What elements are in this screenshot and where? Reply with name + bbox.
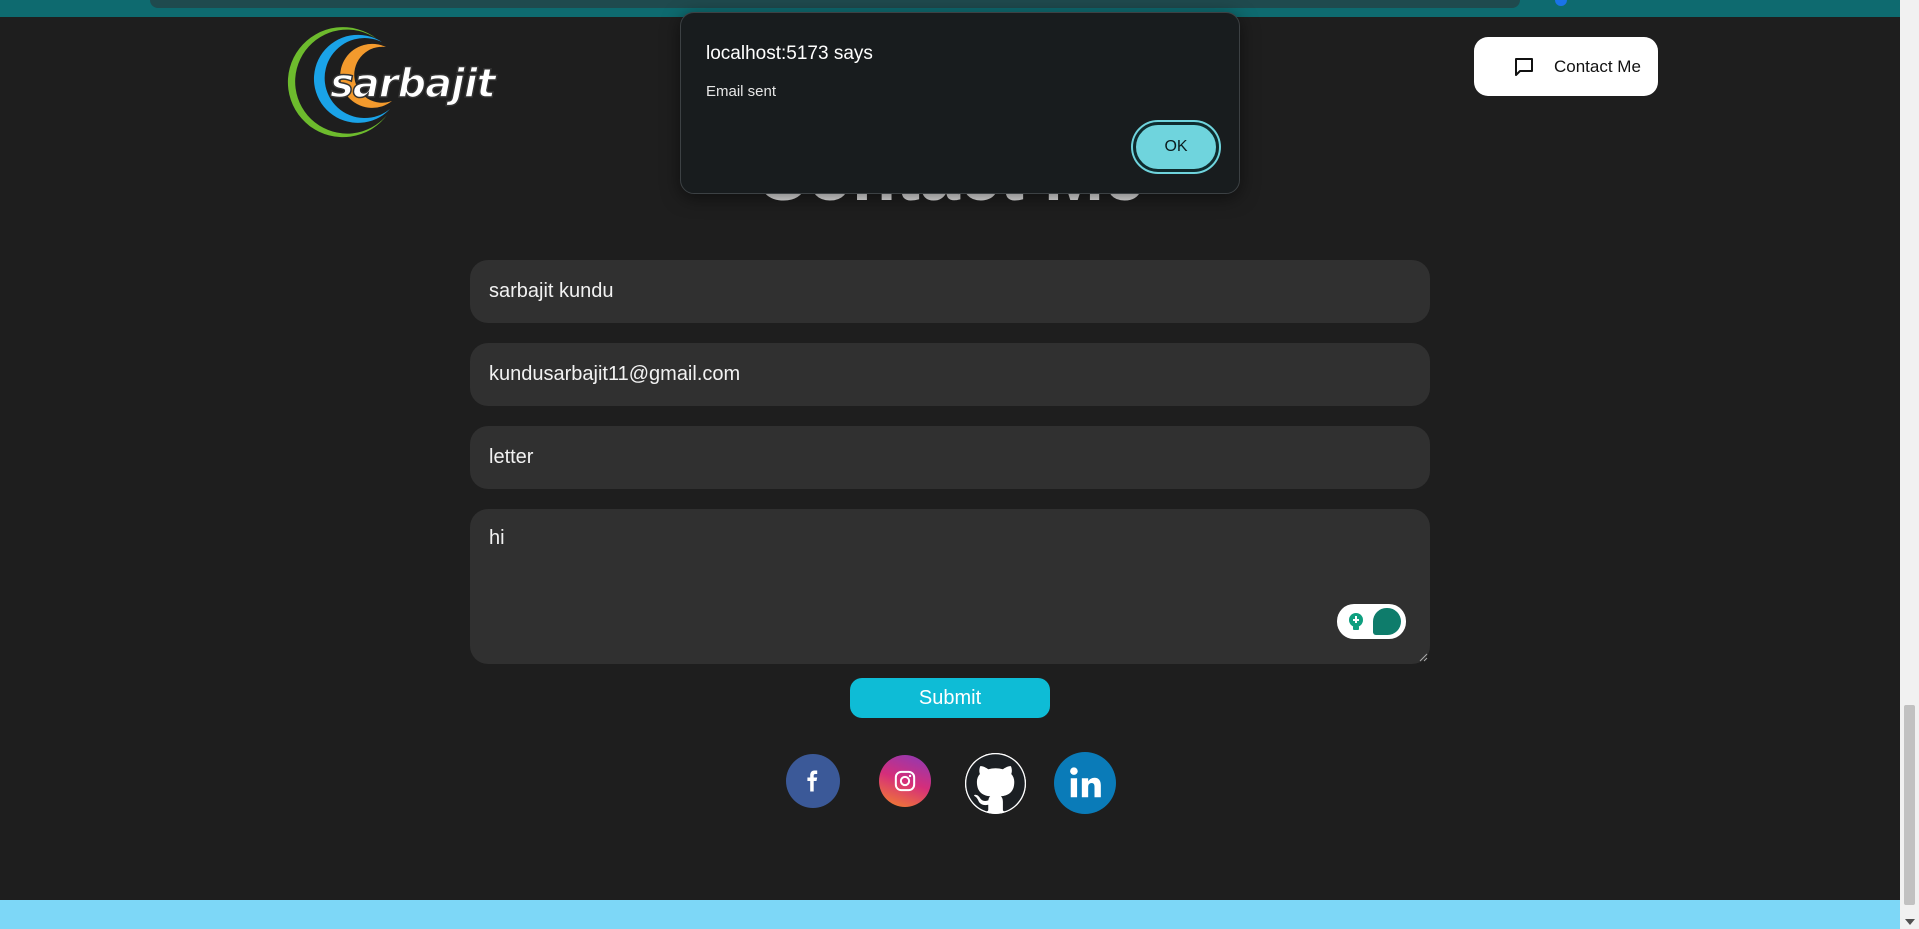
message-textarea[interactable]: hi <box>489 527 1389 627</box>
address-bar-edge <box>150 0 1520 8</box>
name-field[interactable] <box>470 260 1430 323</box>
email-input[interactable] <box>489 363 1411 386</box>
email-field[interactable] <box>470 343 1430 406</box>
scrollbar-thumb[interactable] <box>1904 705 1915 905</box>
submit-button[interactable]: Submit <box>850 678 1050 718</box>
instagram-icon[interactable] <box>879 755 931 807</box>
dialog-message: Email sent <box>706 83 777 100</box>
contact-me-button[interactable]: Contact Me <box>1474 37 1658 96</box>
ok-button[interactable]: OK <box>1133 122 1219 172</box>
dialog-title: localhost:5173 says <box>706 43 873 64</box>
facebook-icon[interactable] <box>786 754 840 808</box>
resize-handle-icon[interactable] <box>1419 653 1428 662</box>
alert-dialog: localhost:5173 says Email sent OK <box>680 12 1240 194</box>
github-icon[interactable] <box>965 753 1026 814</box>
scroll-down-arrow-icon[interactable] <box>1905 919 1915 925</box>
chat-icon <box>1515 57 1533 76</box>
name-input[interactable] <box>489 280 1411 303</box>
svg-text:sarbajit: sarbajit <box>330 61 498 107</box>
footer-bar <box>0 900 1900 929</box>
grammar-assistant-widget[interactable] <box>1337 604 1406 639</box>
lightbulb-icon[interactable] <box>1345 611 1367 633</box>
linkedin-icon[interactable] <box>1054 752 1116 814</box>
sarbajit-logo[interactable]: sarbajit <box>282 17 507 142</box>
profile-indicator <box>1555 0 1567 6</box>
subject-field[interactable] <box>470 426 1430 489</box>
page-scrollbar[interactable] <box>1900 0 1919 929</box>
assistant-bubble-icon[interactable] <box>1373 608 1401 635</box>
message-field[interactable]: hi <box>470 509 1430 664</box>
subject-input[interactable] <box>489 446 1411 469</box>
contact-me-label: Contact Me <box>1554 56 1641 76</box>
